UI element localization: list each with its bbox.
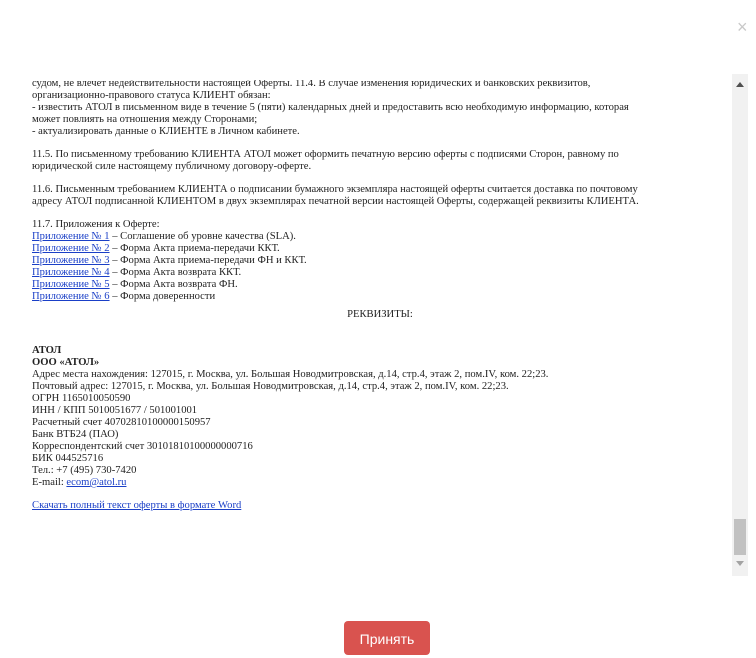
company-short-name: АТОЛ [32, 345, 62, 356]
bank-name: Банк ВТБ24 (ПАО) [32, 429, 119, 440]
offer-line: юридической силе настоящему публичному д… [32, 161, 312, 172]
appendix-4-text: – Форма Акта возврата ККТ. [109, 267, 242, 278]
offer-line: адресу АТОЛ подписанной КЛИЕНТОМ в двух … [32, 196, 639, 207]
download-line: Скачать полный текст оферты в формате Wo… [32, 500, 728, 512]
offer-line: - актуализировать данные о КЛИЕНТЕ в Лич… [32, 126, 300, 137]
appendix-1-link[interactable]: Приложение № 1 [32, 231, 110, 242]
appendix-item: Приложение № 2 – Форма Акта приема-перед… [32, 243, 728, 255]
appendix-1-text: – Соглашение об уровне качества (SLA). [109, 231, 296, 242]
bank-account: Расчетный счет 40702810100000150957 [32, 417, 211, 428]
postal-address: Почтовый адрес: 127015, г. Москва, ул. Б… [32, 381, 509, 392]
appendix-2-link[interactable]: Приложение № 2 [32, 243, 110, 254]
offer-content: судом, не влечет недействительности наст… [32, 78, 728, 512]
corr-account: Корреспондентский счет 30101810100000000… [32, 441, 253, 452]
appendix-5-link[interactable]: Приложение № 5 [32, 279, 110, 290]
appendix-2-text: – Форма Акта приема-передачи ККТ. [109, 243, 280, 254]
close-icon[interactable]: × [737, 18, 748, 36]
appendix-5-text: – Форма Акта возврата ФН. [109, 279, 238, 290]
offer-line: - известить АТОЛ в письменном виде в теч… [32, 102, 629, 113]
download-word-link[interactable]: Скачать полный текст оферты в формате Wo… [32, 500, 241, 511]
appendix-item: Приложение № 6 – Форма доверенности [32, 291, 728, 303]
company-full-name: ООО «АТОЛ» [32, 357, 100, 368]
requisites-title: РЕКВИЗИТЫ: [347, 309, 413, 320]
appendix-4-link[interactable]: Приложение № 4 [32, 267, 110, 278]
appendix-3-text: – Форма Акта приема-передачи ФН и ККТ. [109, 255, 307, 266]
appendix-item: Приложение № 1 – Соглашение об уровне ка… [32, 231, 728, 243]
inn-kpp: ИНН / КПП 5010051677 / 501001001 [32, 405, 198, 416]
appendix-6-text: – Форма доверенности [109, 291, 216, 302]
scroll-down-arrow-icon[interactable] [736, 561, 744, 566]
appendix-item: Приложение № 5 – Форма Акта возврата ФН. [32, 279, 728, 291]
email-line: E-mail: ecom@atol.ru [32, 477, 728, 489]
ogrn: ОГРН 1165010050590 [32, 393, 131, 404]
offer-line: 11.6. Письменным требованием КЛИЕНТА о п… [32, 184, 638, 195]
offer-line: 11.5. По письменному требованию КЛИЕНТА … [32, 149, 619, 160]
scroll-up-arrow-icon[interactable] [736, 82, 744, 87]
appendix-item: Приложение № 3 – Форма Акта приема-перед… [32, 255, 728, 267]
clip-edge [24, 74, 732, 80]
email-label: E-mail: [32, 477, 67, 488]
appendix-title: 11.7. Приложения к Оферте: [32, 219, 160, 230]
phone: Тел.: +7 (495) 730-7420 [32, 465, 137, 476]
offer-line: может повлиять на отношения между Сторон… [32, 114, 258, 125]
appendix-3-link[interactable]: Приложение № 3 [32, 255, 110, 266]
legal-address: Адрес места нахождения: 127015, г. Москв… [32, 369, 549, 380]
scrollbar[interactable] [732, 74, 748, 576]
bik: БИК 044525716 [32, 453, 104, 464]
appendix-6-link[interactable]: Приложение № 6 [32, 291, 110, 302]
offer-text-container[interactable]: судом, не влечет недействительности наст… [24, 74, 748, 576]
scrollbar-thumb[interactable] [734, 519, 746, 555]
email-link[interactable]: ecom@atol.ru [66, 477, 126, 488]
accept-button[interactable]: Принять [344, 621, 430, 655]
appendix-item: Приложение № 4 – Форма Акта возврата ККТ… [32, 267, 728, 279]
offer-line: организационно-правового статуса КЛИЕНТ … [32, 90, 271, 101]
